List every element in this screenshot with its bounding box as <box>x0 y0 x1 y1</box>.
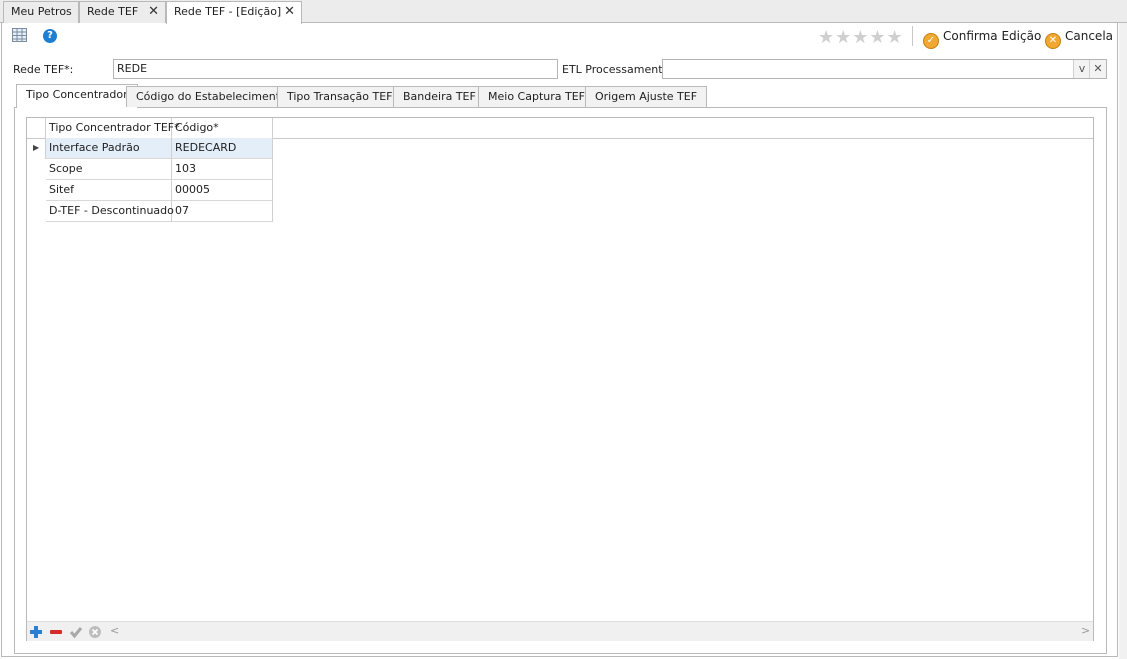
grid-navigator: < > <box>27 621 1093 641</box>
document-tab-bar: Meu Petros Rede TEF ✕ Rede TEF - [Edição… <box>0 0 1127 24</box>
doc-tab-label: Rede TEF - [Edição] <box>174 5 282 18</box>
help-icon[interactable]: ? <box>43 29 57 43</box>
grid-view-icon[interactable] <box>12 28 28 46</box>
doc-tab-meu-petros[interactable]: Meu Petros <box>3 1 79 23</box>
vertical-scrollbar[interactable] <box>1119 23 1127 659</box>
remove-icon[interactable] <box>49 625 63 639</box>
grid-cell[interactable]: 103 <box>172 159 273 180</box>
etl-processamento-select[interactable]: v ✕ <box>662 59 1107 79</box>
doc-tab-label: Meu Petros <box>11 5 72 18</box>
row-indicator-header <box>27 118 46 138</box>
doc-tab-rede-tef[interactable]: Rede TEF ✕ <box>79 1 166 23</box>
confirm-edit-button[interactable]: ✓ Confirma Edição <box>923 27 1042 49</box>
confirm-icon: ✓ <box>923 33 939 49</box>
grid-cell[interactable]: 07 <box>172 201 273 222</box>
tab-origem-ajuste-tef[interactable]: Origem Ajuste TEF <box>585 86 708 107</box>
add-icon[interactable] <box>29 625 43 639</box>
row-pointer-icon: ▶ <box>33 143 40 152</box>
cancel-label: Cancela <box>1065 29 1114 43</box>
grid-cell[interactable]: REDECARD <box>172 138 273 159</box>
rede-tef-label: Rede TEF*: <box>13 63 74 76</box>
column-header[interactable]: Tipo Concentrador TEF* <box>46 118 180 138</box>
row-indicator: ▶ <box>27 138 46 159</box>
toolbar-separator <box>912 26 913 46</box>
rede-tef-input[interactable]: REDE <box>113 59 558 79</box>
grid-cell[interactable]: Interface Padrão <box>46 138 172 159</box>
scroll-left-icon[interactable]: < <box>110 624 119 637</box>
check-icon[interactable] <box>69 625 83 639</box>
tab-codigo-estabelecimento[interactable]: Código do Estabelecimento <box>126 86 297 107</box>
tab-tipo-transacao-tef[interactable]: Tipo Transação TEF <box>277 86 403 107</box>
rating-stars[interactable]: ★★★★★ <box>818 27 904 48</box>
grid-cell[interactable]: Scope <box>46 159 172 180</box>
cancel-icon: ✕ <box>1045 33 1061 49</box>
cancel-edit-icon[interactable] <box>88 625 102 639</box>
confirm-edit-label: Confirma Edição <box>943 29 1042 43</box>
tab-meio-captura-tef[interactable]: Meio Captura TEF <box>478 86 595 107</box>
data-grid: Tipo Concentrador TEF* Código* ▶ Interfa… <box>26 117 1094 641</box>
grid-cell[interactable]: Sitef <box>46 180 172 201</box>
grid-header: Tipo Concentrador TEF* Código* <box>27 118 1093 139</box>
etl-processamento-label: ETL Processamento: <box>562 63 673 76</box>
tab-tipo-concentrador[interactable]: Tipo Concentrador <box>16 84 138 108</box>
cancel-button[interactable]: ✕ Cancela <box>1045 27 1114 49</box>
tab-bandeira-tef[interactable]: Bandeira TEF <box>393 86 486 107</box>
grid-cell[interactable]: D-TEF - Descontinuado <box>46 201 174 222</box>
close-icon[interactable]: ✕ <box>148 2 159 22</box>
doc-tab-rede-tef-edicao[interactable]: Rede TEF - [Edição] ✕ <box>166 1 302 24</box>
close-icon[interactable]: ✕ <box>284 2 295 22</box>
grid-cell[interactable]: 00005 <box>172 180 273 201</box>
clear-icon[interactable]: ✕ <box>1089 60 1106 78</box>
doc-tab-label: Rede TEF <box>87 5 139 18</box>
scroll-right-icon[interactable]: > <box>1081 624 1090 637</box>
column-header[interactable]: Código* <box>172 118 273 138</box>
chevron-down-icon[interactable]: v <box>1073 60 1090 78</box>
